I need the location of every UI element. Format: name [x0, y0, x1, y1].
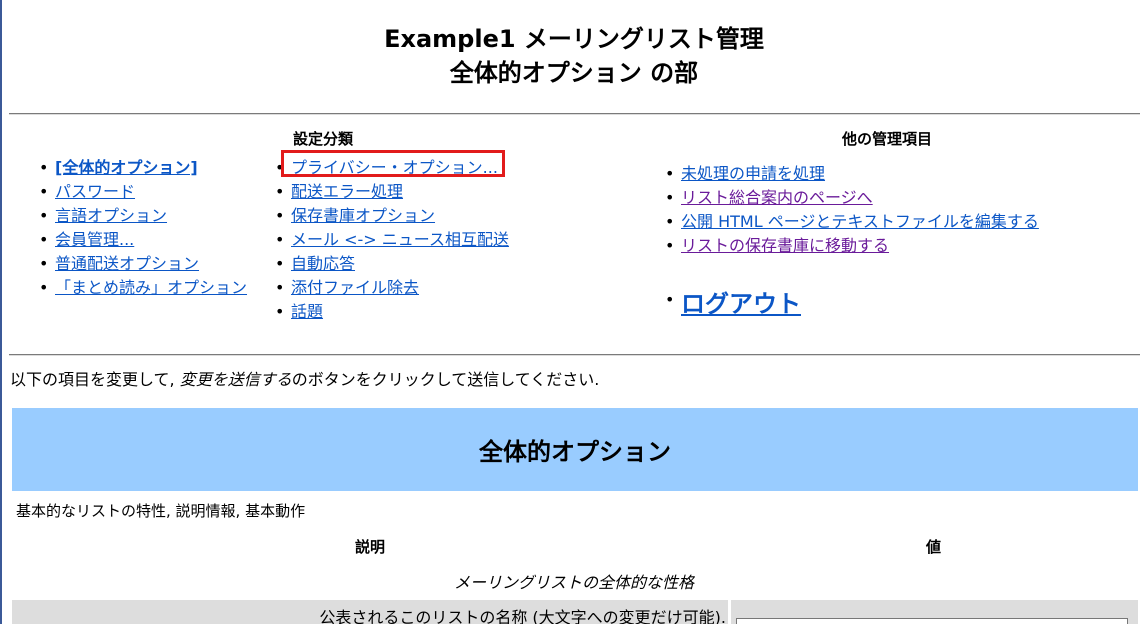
- list-item: • 公開 HTML ページとテキストファイルを編集する: [665, 212, 1039, 231]
- real-name-input[interactable]: [736, 618, 1128, 624]
- list-item: • 会員管理...: [39, 230, 135, 249]
- instructions-text-after: のボタンをクリックして送信してください.: [291, 370, 600, 389]
- highlight-box: [281, 150, 505, 177]
- instructions-emphasis: 変更を送信する: [179, 370, 292, 389]
- link-edit-html[interactable]: 公開 HTML ページとテキストファイルを編集する: [681, 212, 1039, 231]
- nav-link-gateway[interactable]: メール <-> ニュース相互配送: [291, 230, 509, 249]
- categories-heading: 設定分類: [293, 130, 354, 148]
- column-header-description: 説明: [355, 538, 386, 556]
- window-left-border: [0, 0, 2, 624]
- list-item: • 話題: [275, 302, 324, 321]
- list-item: • [全体的オプション]: [39, 158, 198, 177]
- other-admin-list: • 未処理の申請を処理 • リスト総合案内のページへ • 公開 HTML ページとテキ…: [665, 162, 1039, 258]
- link-list-info-page[interactable]: リスト総合案内のページへ: [681, 188, 873, 207]
- list-item: • 未処理の申請を処理: [665, 164, 826, 183]
- nav-link-members[interactable]: 会員管理...: [55, 230, 134, 249]
- link-pending-requests[interactable]: 未処理の申請を処理: [681, 164, 825, 183]
- section-title-band: 全体的オプション: [12, 408, 1138, 491]
- nav-link-passwords[interactable]: パスワード: [55, 182, 135, 201]
- divider-top: [9, 113, 1140, 115]
- nav-link-bounce[interactable]: 配送エラー処理: [291, 182, 403, 201]
- nav-link-general-options[interactable]: [全体的オプション]: [55, 158, 198, 177]
- nav-link-language[interactable]: 言語オプション: [55, 206, 167, 225]
- list-item: • 添付ファイル除去: [275, 278, 420, 297]
- categories-list-col2: • プライバシー・オプション... • 配送エラー処理 • 保存書庫オプション • メー…: [275, 156, 509, 324]
- link-go-to-archive[interactable]: リストの保存書庫に移動する: [681, 236, 889, 255]
- section-title: 全体的オプション: [479, 438, 671, 466]
- list-item: • 言語オプション: [39, 206, 168, 225]
- instructions: 以下の項目を変更して, 変更を送信するのボタンをクリックして送信してください.: [10, 366, 599, 390]
- divider-middle: [9, 354, 1140, 356]
- list-item: • リストの保存書庫に移動する: [665, 236, 890, 255]
- list-item: • パスワード: [39, 182, 136, 201]
- instructions-text-before: 以下の項目を変更して,: [10, 370, 180, 389]
- list-item: • メール <-> ニュース相互配送: [275, 230, 509, 249]
- list-item: • 保存書庫オプション: [275, 206, 436, 225]
- nav-link-content-filter[interactable]: 添付ファイル除去: [291, 278, 419, 297]
- column-header-value: 値: [926, 538, 942, 556]
- list-item: • 普通配送オプション: [39, 254, 200, 273]
- nav-link-digest[interactable]: 「まとめ読み」オプション: [55, 278, 247, 297]
- nav-link-topics[interactable]: 話題: [291, 302, 323, 321]
- other-admin-heading: 他の管理項目: [842, 130, 933, 148]
- row-label-real-name: 公表されるこのリストの名称 (大文字への変更だけ可能).: [319, 608, 726, 624]
- page-subtitle: 全体的オプション の部: [449, 59, 699, 87]
- list-item: • 配送エラー処理: [275, 182, 404, 201]
- categories-list-col1: • [全体的オプション] • パスワード • 言語オプション • 会員管理... • 普通…: [39, 156, 248, 300]
- page-header: Example1 メーリングリスト管理 全体的オプション の部: [0, 22, 1148, 90]
- nav-link-autoreply[interactable]: 自動応答: [291, 254, 355, 273]
- list-item: • リスト総合案内のページへ: [665, 188, 873, 207]
- section-description: 基本的なリストの特性, 説明情報, 基本動作: [16, 502, 306, 520]
- subsection-caption: メーリングリストの全体的な性格: [453, 573, 694, 592]
- nav-link-nondigest[interactable]: 普通配送オプション: [55, 254, 199, 273]
- page-title: Example1 メーリングリスト管理: [384, 25, 764, 53]
- logout-bullet: •: [665, 290, 675, 309]
- list-item: • 「まとめ読み」オプション: [39, 278, 248, 297]
- nav-link-archive[interactable]: 保存書庫オプション: [291, 206, 435, 225]
- list-item: • 自動応答: [275, 254, 356, 273]
- logout-link[interactable]: ログアウト: [681, 284, 801, 319]
